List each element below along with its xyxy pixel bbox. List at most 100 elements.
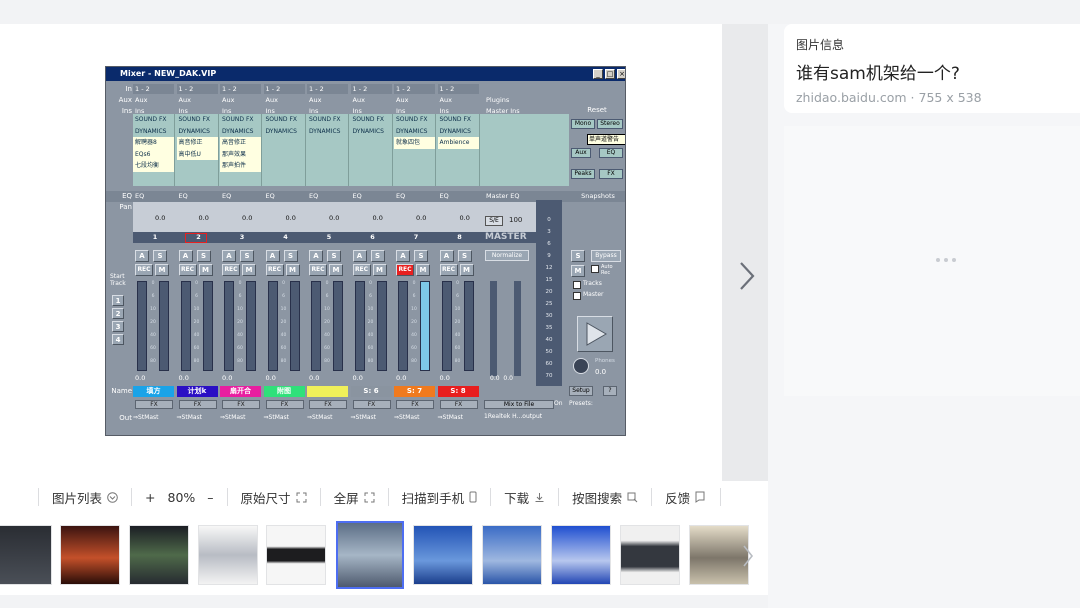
fx-slot[interactable] <box>438 149 479 161</box>
image-source[interactable]: zhidao.baidu.com <box>796 90 907 105</box>
fx-slot[interactable]: DYNAMICS <box>177 126 218 138</box>
thumbnail[interactable] <box>0 525 52 585</box>
fx-slot[interactable]: DYNAMICS <box>351 126 392 138</box>
channel-input-select[interactable]: 1 - 2 <box>263 84 305 94</box>
channel-fx-button[interactable]: FX <box>222 400 260 409</box>
start-track-button[interactable]: 4 <box>112 334 124 345</box>
mixer-screenshot[interactable]: Mixer - NEW_DAK.VIP _ □ × In Aux Ins Plu… <box>105 66 626 436</box>
fx-slot[interactable] <box>394 160 435 172</box>
search-by-image-button[interactable]: 按图搜索 <box>559 488 653 506</box>
fx-slot[interactable] <box>351 149 392 161</box>
channel-fader-right[interactable] <box>376 281 387 371</box>
fx-slot[interactable]: DYNAMICS <box>394 126 435 138</box>
thumbnail[interactable] <box>129 525 189 585</box>
solo-button[interactable]: S <box>153 250 167 262</box>
fx-slot[interactable] <box>264 137 305 149</box>
channel-input-select[interactable]: 1 - 2 <box>220 84 261 94</box>
phones-knob[interactable] <box>573 358 589 374</box>
fx-slot[interactable] <box>307 160 348 172</box>
channel-fader-left[interactable] <box>180 281 191 371</box>
channel-name[interactable]: 附图 <box>263 386 305 397</box>
thumbnail[interactable] <box>620 525 680 585</box>
fx-slot[interactable] <box>177 160 218 172</box>
thumbnail[interactable] <box>551 525 611 585</box>
mono-button[interactable]: Mono <box>571 119 595 129</box>
channel-fader-left[interactable] <box>137 281 147 371</box>
record-button[interactable]: REC <box>265 264 284 276</box>
stereo-button[interactable]: Stereo <box>597 119 623 129</box>
fx-slot[interactable] <box>307 149 348 161</box>
feedback-button[interactable]: 反馈 <box>652 488 722 506</box>
channel-fader-right[interactable] <box>202 281 213 371</box>
scan-to-phone-button[interactable]: 扫描到手机 <box>389 488 492 506</box>
fx-slot[interactable] <box>351 137 392 149</box>
thumbnail-selected[interactable] <box>336 521 404 589</box>
fx-slot[interactable]: 七段均衡 <box>133 160 174 172</box>
record-button[interactable]: REC <box>352 264 371 276</box>
channel-fx-button[interactable]: FX <box>135 400 173 409</box>
arm-button[interactable]: A <box>352 250 367 262</box>
arm-button[interactable]: A <box>222 250 236 262</box>
fx-slot[interactable] <box>264 149 305 161</box>
mix-to-file-button[interactable]: Mix to File <box>484 400 554 409</box>
eq-button[interactable]: EQ <box>599 148 623 158</box>
fx-slot[interactable]: SOUND FX <box>177 114 218 126</box>
channel-fx-button[interactable]: FX <box>309 400 347 409</box>
mute-button[interactable]: M <box>285 264 300 276</box>
channel-input-select[interactable]: 1 - 2 <box>133 84 174 94</box>
fx-slot[interactable]: SOUND FX <box>307 114 348 126</box>
mute-button[interactable]: M <box>329 264 343 276</box>
channel-fader-left[interactable] <box>311 281 321 371</box>
thumbnail[interactable] <box>198 525 258 585</box>
mute-button[interactable]: M <box>242 264 256 276</box>
fx-button[interactable]: FX <box>599 169 623 179</box>
help-button[interactable]: ? <box>603 386 617 396</box>
fx-slot[interactable]: 那声效果 <box>220 148 261 160</box>
channel-output[interactable]: ⇒StMast <box>351 413 392 422</box>
channel-fader-left[interactable] <box>354 281 365 371</box>
fx-slot[interactable]: DYNAMICS <box>133 126 174 138</box>
fx-slot[interactable] <box>264 160 305 172</box>
thumbnail[interactable] <box>266 525 326 585</box>
channel-input-select[interactable]: 1 - 2 <box>307 84 348 94</box>
fx-slot[interactable]: SOUND FX <box>351 114 392 126</box>
mute-button[interactable]: M <box>416 264 430 276</box>
thumbnail[interactable] <box>60 525 120 585</box>
channel-fx-button[interactable]: FX <box>178 400 217 409</box>
start-track-button[interactable]: 3 <box>112 321 124 332</box>
fx-slot[interactable]: SOUND FX <box>394 114 435 126</box>
channel-fader-left[interactable] <box>398 281 408 371</box>
channel-fader-left[interactable] <box>224 281 234 371</box>
mute-button[interactable]: M <box>372 264 387 276</box>
thumbnail[interactable] <box>482 525 542 585</box>
start-track-button[interactable]: 2 <box>112 308 124 319</box>
next-image-button[interactable] <box>734 258 760 294</box>
arm-button[interactable]: A <box>309 250 323 262</box>
bypass-button[interactable]: Bypass <box>591 250 621 262</box>
start-track-button[interactable]: 1 <box>112 295 124 306</box>
peaks-button[interactable]: Peaks <box>571 169 595 179</box>
play-button[interactable] <box>577 316 613 352</box>
zoom-out-button[interactable]: – <box>207 490 213 505</box>
channel-name[interactable]: 扇开合 <box>220 386 261 397</box>
zoom-in-button[interactable]: + <box>145 490 155 505</box>
channel-fx-button[interactable]: FX <box>439 400 478 409</box>
output-device[interactable]: 1Realtek H...output <box>484 413 624 420</box>
fx-slot[interactable]: DYNAMICS <box>220 126 261 138</box>
arm-button[interactable]: A <box>265 250 280 262</box>
arm-button[interactable]: A <box>135 250 149 262</box>
channel-fader-right[interactable] <box>289 281 300 371</box>
channel-name[interactable]: S: 8 <box>437 386 479 397</box>
channel-output[interactable]: ⇒StMast <box>264 413 305 422</box>
mute-button[interactable]: M <box>155 264 169 276</box>
solo-button[interactable]: S <box>283 250 298 262</box>
solo-button[interactable]: S <box>240 250 254 262</box>
thumbnail-next-button[interactable] <box>741 543 761 573</box>
solo-button[interactable]: S <box>196 250 211 262</box>
channel-output[interactable]: ⇒StMast <box>133 413 174 422</box>
reset-label[interactable]: Reset <box>569 106 625 114</box>
fullscreen-button[interactable]: 全屏 <box>321 488 389 506</box>
record-button[interactable]: REC <box>396 264 414 276</box>
download-button[interactable]: 下载 <box>491 488 560 506</box>
solo-button[interactable]: S <box>457 250 472 262</box>
